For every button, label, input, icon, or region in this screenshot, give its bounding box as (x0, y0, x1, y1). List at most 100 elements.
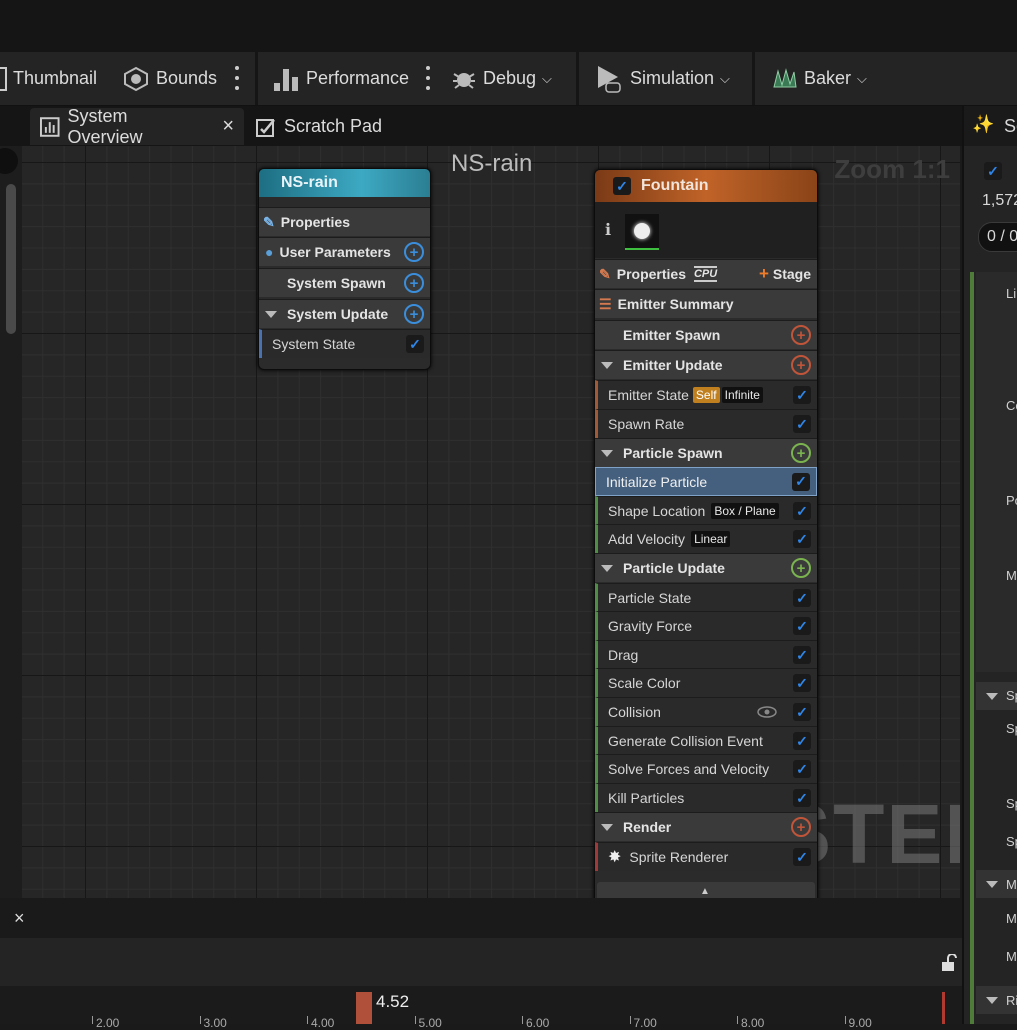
emitter-properties-row[interactable]: ✎ Properties CPU + Stage (595, 259, 817, 288)
collapse-arrow-icon[interactable] (986, 881, 998, 888)
generate-collision-event-checkbox[interactable]: ✓ (793, 732, 811, 750)
timeline-tick-label: 6.00 (526, 1016, 550, 1030)
debug-dropdown[interactable]: Debug ⌵ (451, 52, 552, 105)
spawn-rate-row[interactable]: Spawn Rate ✓ (595, 409, 817, 438)
collapse-arrow-icon[interactable] (601, 823, 613, 831)
emitter-summary-row[interactable]: ☰ Emitter Summary (595, 289, 817, 318)
simulation-dropdown[interactable]: Simulation ⌵ (594, 52, 730, 105)
initialize-particle-row[interactable]: Initialize Particle ✓ (595, 467, 817, 496)
shape-location-row[interactable]: Shape Location Box / Plane ✓ (595, 496, 817, 525)
gravity-force-checkbox[interactable]: ✓ (793, 617, 811, 635)
system-state-checkbox[interactable]: ✓ (406, 335, 424, 353)
sprite-thumbnail[interactable] (625, 214, 659, 250)
baker-dropdown[interactable]: Baker ⌵ (772, 52, 867, 105)
add-velocity-row[interactable]: Add Velocity Linear ✓ (595, 524, 817, 553)
collapse-arrow-icon[interactable] (986, 693, 998, 700)
playhead[interactable] (356, 992, 372, 1024)
add-renderer-icon[interactable]: + (791, 817, 811, 837)
system-update-row[interactable]: System Update + (259, 299, 430, 328)
panel-toggle[interactable] (0, 148, 18, 174)
timeline-tick-label: 8.00 (741, 1016, 765, 1030)
timeline-ruler[interactable]: 2.00 3.00 4.00 5.00 6.00 7.00 8.00 9.00 4.52 (0, 986, 962, 1030)
kill-particles-checkbox[interactable]: ✓ (793, 789, 811, 807)
performance-options-icon[interactable] (426, 66, 430, 90)
add-emitter-update-icon[interactable]: + (791, 355, 811, 375)
gravity-force-row[interactable]: Gravity Force ✓ (595, 611, 817, 640)
system-state-row[interactable]: System State ✓ (259, 329, 430, 358)
sprite-renderer-row[interactable]: ✸ Sprite Renderer ✓ (595, 842, 817, 871)
close-icon[interactable]: × (222, 115, 234, 138)
toolbar-divider (576, 52, 579, 105)
scale-color-checkbox[interactable]: ✓ (793, 674, 811, 692)
solve-forces-checkbox[interactable]: ✓ (793, 760, 811, 778)
selection-tab[interactable]: ✨ Se (964, 106, 1017, 146)
self-badge: Self (692, 387, 720, 403)
system-spawn-row[interactable]: System Spawn + (259, 268, 430, 297)
add-particle-spawn-icon[interactable]: + (791, 443, 811, 463)
panel-label: M (1006, 911, 1017, 926)
add-particle-update-icon[interactable]: + (791, 558, 811, 578)
emitter-update-row[interactable]: Emitter Update + (595, 350, 817, 379)
scrollbar-thumb[interactable] (6, 184, 16, 334)
end-marker[interactable] (942, 992, 945, 1024)
performance-button[interactable]: Performance (272, 52, 409, 105)
bounds-button[interactable]: Bounds (122, 52, 217, 105)
generate-collision-event-row[interactable]: Generate Collision Event ✓ (595, 726, 817, 755)
system-node[interactable]: NS-rain ✎ Properties ● User Parameters +… (258, 168, 431, 370)
initialize-particle-checkbox[interactable]: ✓ (792, 472, 810, 491)
emitter-node[interactable]: ✓ Fountain ℹ ✎ Properties CPU + Stage ☰ … (594, 169, 818, 898)
emitter-spawn-row[interactable]: Emitter Spawn + (595, 320, 817, 349)
solve-forces-row[interactable]: Solve Forces and Velocity ✓ (595, 754, 817, 783)
add-user-parameter-icon[interactable]: + (404, 242, 424, 262)
emitter-node-header[interactable]: ✓ Fountain (595, 170, 817, 202)
eye-icon[interactable] (757, 705, 777, 719)
spawn-rate-checkbox[interactable]: ✓ (793, 415, 811, 433)
bounds-options-icon[interactable] (235, 66, 239, 90)
user-parameters-row[interactable]: ● User Parameters + (259, 237, 430, 266)
close-icon[interactable]: × (14, 908, 25, 929)
collision-row[interactable]: Collision ✓ (595, 697, 817, 726)
add-system-update-icon[interactable]: + (404, 304, 424, 324)
list-icon: ☰ (599, 295, 612, 312)
panel-checkbox[interactable]: ✓ (984, 162, 1002, 180)
tab-system-overview[interactable]: System Overview × (30, 106, 244, 147)
system-properties-row[interactable]: ✎ Properties (259, 207, 430, 236)
panel-label: M (1006, 877, 1017, 892)
drag-checkbox[interactable]: ✓ (793, 646, 811, 664)
collision-checkbox[interactable]: ✓ (793, 703, 811, 721)
cpu-icon: CPU (693, 266, 718, 282)
collapse-arrow-icon[interactable] (601, 361, 613, 369)
emitter-enable-checkbox[interactable]: ✓ (613, 177, 631, 195)
timeline-tick (92, 1016, 93, 1024)
left-scrollbar[interactable] (0, 146, 22, 898)
system-node-title: NS-rain (281, 174, 338, 191)
counter-field[interactable]: 0 / 0 (978, 222, 1017, 252)
collapse-node-button[interactable]: ▲ (597, 882, 815, 898)
particle-state-row[interactable]: Particle State ✓ (595, 583, 817, 612)
particle-update-row[interactable]: Particle Update + (595, 553, 817, 582)
render-row[interactable]: Render + (595, 812, 817, 841)
add-emitter-spawn-icon[interactable]: + (791, 325, 811, 345)
kill-particles-row[interactable]: Kill Particles ✓ (595, 783, 817, 812)
particle-state-checkbox[interactable]: ✓ (793, 589, 811, 607)
drag-row[interactable]: Drag ✓ (595, 640, 817, 669)
collapse-arrow-icon[interactable] (986, 997, 998, 1004)
add-system-spawn-icon[interactable]: + (404, 273, 424, 293)
tab-scratch-pad[interactable]: Scratch Pad (246, 108, 406, 145)
sprite-renderer-checkbox[interactable]: ✓ (793, 848, 811, 866)
particle-spawn-row[interactable]: Particle Spawn + (595, 438, 817, 467)
scale-color-row[interactable]: Scale Color ✓ (595, 668, 817, 697)
add-stage-button[interactable]: + Stage (759, 264, 811, 284)
collapse-arrow-icon[interactable] (601, 449, 613, 457)
collapse-arrow-icon[interactable] (601, 564, 613, 572)
node-graph[interactable]: NS-rain Zoom 1:1 SYSTEM NS-rain ✎ Proper… (22, 146, 960, 898)
add-velocity-checkbox[interactable]: ✓ (793, 530, 811, 548)
emitter-state-row[interactable]: Emitter State Self Infinite ✓ (595, 380, 817, 409)
shape-location-checkbox[interactable]: ✓ (793, 502, 811, 520)
system-node-header[interactable]: NS-rain (259, 169, 430, 197)
unlock-icon[interactable] (940, 954, 958, 972)
panel-label: Co (1006, 398, 1017, 413)
collapse-arrow-icon[interactable] (265, 310, 277, 318)
emitter-state-checkbox[interactable]: ✓ (793, 386, 811, 404)
thumbnail-button[interactable]: Thumbnail (0, 52, 97, 105)
